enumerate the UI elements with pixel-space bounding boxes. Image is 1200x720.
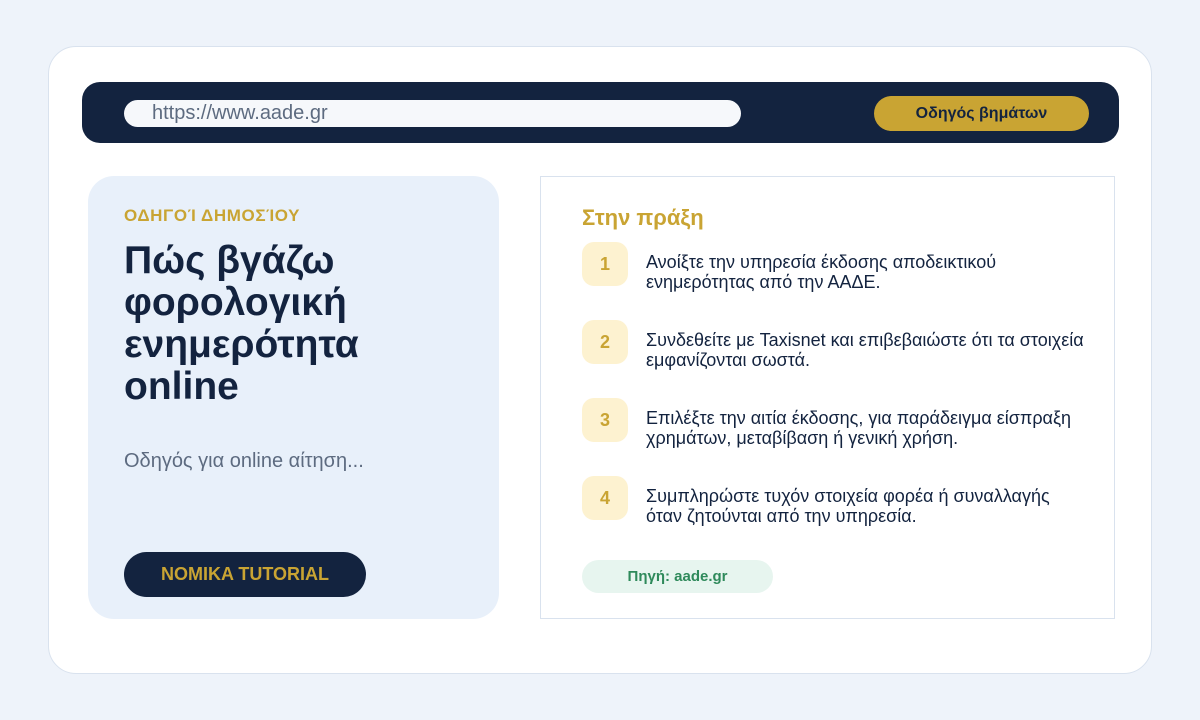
hero-panel: ΟΔΗΓΟΊ ΔΗΜΟΣΊΟΥ Πώς βγάζω φορολογική ενη…: [88, 176, 499, 619]
address-bar-url: https://www.aade.gr: [152, 102, 328, 124]
step-text: Επιλέξτε την αιτία έκδοσης, για παράδειγ…: [646, 408, 1072, 448]
category-label: ΟΔΗΓΟΊ ΔΗΜΟΣΊΟΥ: [124, 206, 301, 225]
step-number-badge: 3: [582, 398, 628, 442]
step-item: 1 Ανοίξτε την υπηρεσία έκδοσης αποδεικτι…: [582, 242, 1082, 292]
step-text: Ανοίξτε την υπηρεσία έκδοσης αποδεικτικο…: [646, 252, 997, 292]
browser-toolbar: https://www.aade.gr Οδηγός βημάτων: [82, 82, 1119, 143]
steps-panel: Στην πράξη 1 Ανοίξτε την υπηρεσία έκδοση…: [540, 176, 1115, 619]
step-item: 4 Συμπληρώστε τυχόν στοιχεία φορέα ή συν…: [582, 476, 1082, 526]
step-number-badge: 1: [582, 242, 628, 286]
tutorial-button[interactable]: NOMIKA TUTORIAL: [124, 552, 366, 597]
address-bar[interactable]: https://www.aade.gr: [124, 100, 741, 127]
step-guide-button[interactable]: Οδηγός βημάτων: [874, 96, 1089, 131]
steps-section-title: Στην πράξη: [582, 205, 704, 230]
step-item: 2 Συνδεθείτε με Taxisnet και επιβεβαιώστ…: [582, 320, 1084, 370]
step-text: Συνδεθείτε με Taxisnet και επιβεβαιώστε …: [646, 330, 1084, 370]
step-text: Συμπληρώστε τυχόν στοιχεία φορέα ή συναλ…: [646, 486, 1050, 526]
page-subtitle: Οδηγός για online αίτηση...: [124, 450, 364, 472]
page-title: Πώς βγάζω φορολογική ενημερότητα online: [124, 239, 359, 408]
source-badge[interactable]: Πηγή: aade.gr: [582, 560, 773, 593]
step-item: 3 Επιλέξτε την αιτία έκδοσης, για παράδε…: [582, 398, 1082, 448]
step-number-badge: 4: [582, 476, 628, 520]
step-number-badge: 2: [582, 320, 628, 364]
